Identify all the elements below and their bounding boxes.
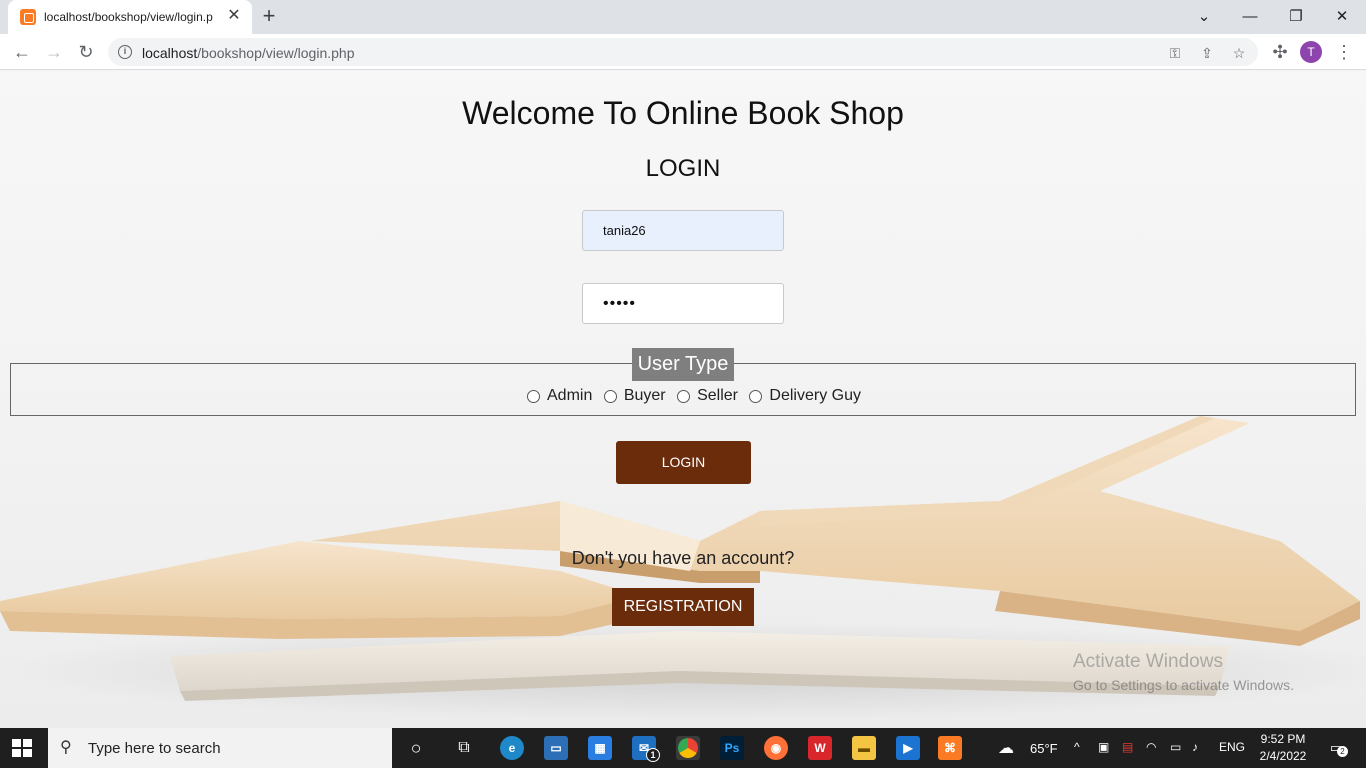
delivery-guy-radio-label[interactable]: Delivery Guy <box>769 387 861 405</box>
task-view-icon[interactable]: ⧉ <box>452 736 476 760</box>
reload-icon[interactable]: ↻ <box>74 40 98 64</box>
activate-windows-watermark-text: Go to Settings to activate Windows. <box>1073 677 1294 693</box>
language-indicator[interactable]: ENG <box>1219 740 1245 754</box>
back-arrow-icon[interactable]: ← <box>10 40 34 64</box>
file-explorer-icon[interactable]: ▬ <box>852 736 876 760</box>
extensions-puzzle-icon[interactable]: ✣ <box>1268 40 1292 64</box>
mail-badge: 1 <box>646 748 660 762</box>
buyer-radio-label[interactable]: Buyer <box>624 387 666 405</box>
site-info-icon[interactable]: i <box>118 45 132 59</box>
battery-icon[interactable]: ▭ <box>1170 740 1181 754</box>
profile-avatar[interactable]: T <box>1300 41 1322 63</box>
browser-tab[interactable]: localhost/bookshop/view/login.p ✕ <box>8 0 252 34</box>
windows-taskbar: ⚲ Type here to search ○ ⧉ e ▭ ▦ ✉ 1 Ps ◉… <box>0 728 1366 768</box>
meet-now-icon[interactable]: ▣ <box>1098 740 1109 754</box>
delivery-guy-radio[interactable] <box>749 389 763 403</box>
bookmark-star-icon[interactable]: ☆ <box>1230 44 1248 62</box>
xampp-icon[interactable]: ⌘ <box>938 736 962 760</box>
xampp-favicon-icon <box>20 9 36 25</box>
volume-icon[interactable]: ♪ <box>1192 740 1198 754</box>
clock-time: 9:52 PM <box>1260 732 1306 746</box>
no-account-text: Don't you have an account? <box>571 548 795 568</box>
wps-office-icon[interactable]: W <box>808 736 832 760</box>
windows-start-icon[interactable] <box>12 739 32 757</box>
admin-radio-label[interactable]: Admin <box>547 387 592 405</box>
notification-count-badge: 2 <box>1337 746 1348 757</box>
share-icon[interactable]: ⇪ <box>1198 44 1216 62</box>
taskbar-clock[interactable]: 9:52 PM 2/4/2022 <box>1252 731 1314 765</box>
microsoft-store-icon[interactable]: ▦ <box>588 736 612 760</box>
tab-search-chevron-icon[interactable]: ⌄ <box>1192 6 1216 28</box>
login-heading: LOGIN <box>645 155 721 182</box>
photoshop-icon[interactable]: Ps <box>720 736 744 760</box>
login-button[interactable]: LOGIN <box>616 441 751 484</box>
address-bar[interactable]: i localhost/bookshop/view/login.php ⚿ ⇪ … <box>108 38 1258 66</box>
tab-title: localhost/bookshop/view/login.p <box>44 10 213 24</box>
login-page: Welcome To Online Book Shop LOGIN tania2… <box>0 71 1366 728</box>
restore-button[interactable]: ❐ <box>1284 6 1308 28</box>
activate-windows-watermark-title: Activate Windows <box>1073 651 1223 672</box>
browser-tab-bar: localhost/bookshop/view/login.p ✕ + ⌄ — … <box>0 0 1366 34</box>
buyer-radio[interactable] <box>603 389 617 403</box>
media-player-icon[interactable]: ▶ <box>896 736 920 760</box>
admin-radio[interactable] <box>527 389 540 403</box>
weather-cloud-icon[interactable]: ☁ <box>998 738 1014 758</box>
close-window-button[interactable]: ✕ <box>1330 6 1354 28</box>
url-path: /bookshop/view/login.php <box>197 45 355 61</box>
weather-temperature[interactable]: 65°F <box>1030 741 1058 756</box>
close-tab-icon[interactable]: ✕ <box>226 8 242 24</box>
seller-radio[interactable] <box>677 389 691 403</box>
page-title: Welcome To Online Book Shop <box>462 95 904 131</box>
username-input[interactable]: tania26 <box>582 210 784 251</box>
this-pc-icon[interactable]: ▭ <box>544 736 568 760</box>
notification-center-icon[interactable]: ▭ 2 <box>1326 738 1348 758</box>
minimize-button[interactable]: — <box>1238 6 1262 28</box>
taskbar-search-placeholder: Type here to search <box>88 740 221 757</box>
clock-date: 2/4/2022 <box>1259 749 1307 763</box>
cortana-circle-icon[interactable]: ○ <box>404 736 428 760</box>
registration-button[interactable]: REGISTRATION <box>612 588 754 626</box>
search-icon: ⚲ <box>60 739 72 756</box>
browser-toolbar: ← → ↻ i localhost/bookshop/view/login.ph… <box>0 34 1366 70</box>
url-host: localhost <box>142 45 198 61</box>
seller-radio-label[interactable]: Seller <box>697 387 738 405</box>
user-type-legend: User Type <box>632 348 734 381</box>
wifi-icon[interactable]: ◠ <box>1146 740 1156 754</box>
new-tab-button[interactable]: + <box>258 5 280 28</box>
forward-arrow-icon[interactable]: → <box>42 40 66 64</box>
user-type-radio-group: Admin Buyer Seller Delivery Guy <box>527 387 868 407</box>
show-hidden-icons-chevron-icon[interactable]: ^ <box>1074 740 1080 754</box>
chrome-icon[interactable] <box>676 736 700 760</box>
url-text[interactable]: localhost/bookshop/view/login.php <box>142 45 355 61</box>
firefox-icon[interactable]: ◉ <box>764 736 788 760</box>
key-icon[interactable]: ⚿ <box>1166 44 1184 62</box>
edge-browser-icon[interactable]: e <box>500 736 524 760</box>
menu-kebab-icon[interactable]: ⋮ <box>1332 40 1356 64</box>
password-input[interactable]: ••••• <box>582 283 784 324</box>
security-alert-icon[interactable]: ▤ <box>1122 740 1133 754</box>
taskbar-search-box[interactable]: ⚲ Type here to search <box>48 728 392 768</box>
